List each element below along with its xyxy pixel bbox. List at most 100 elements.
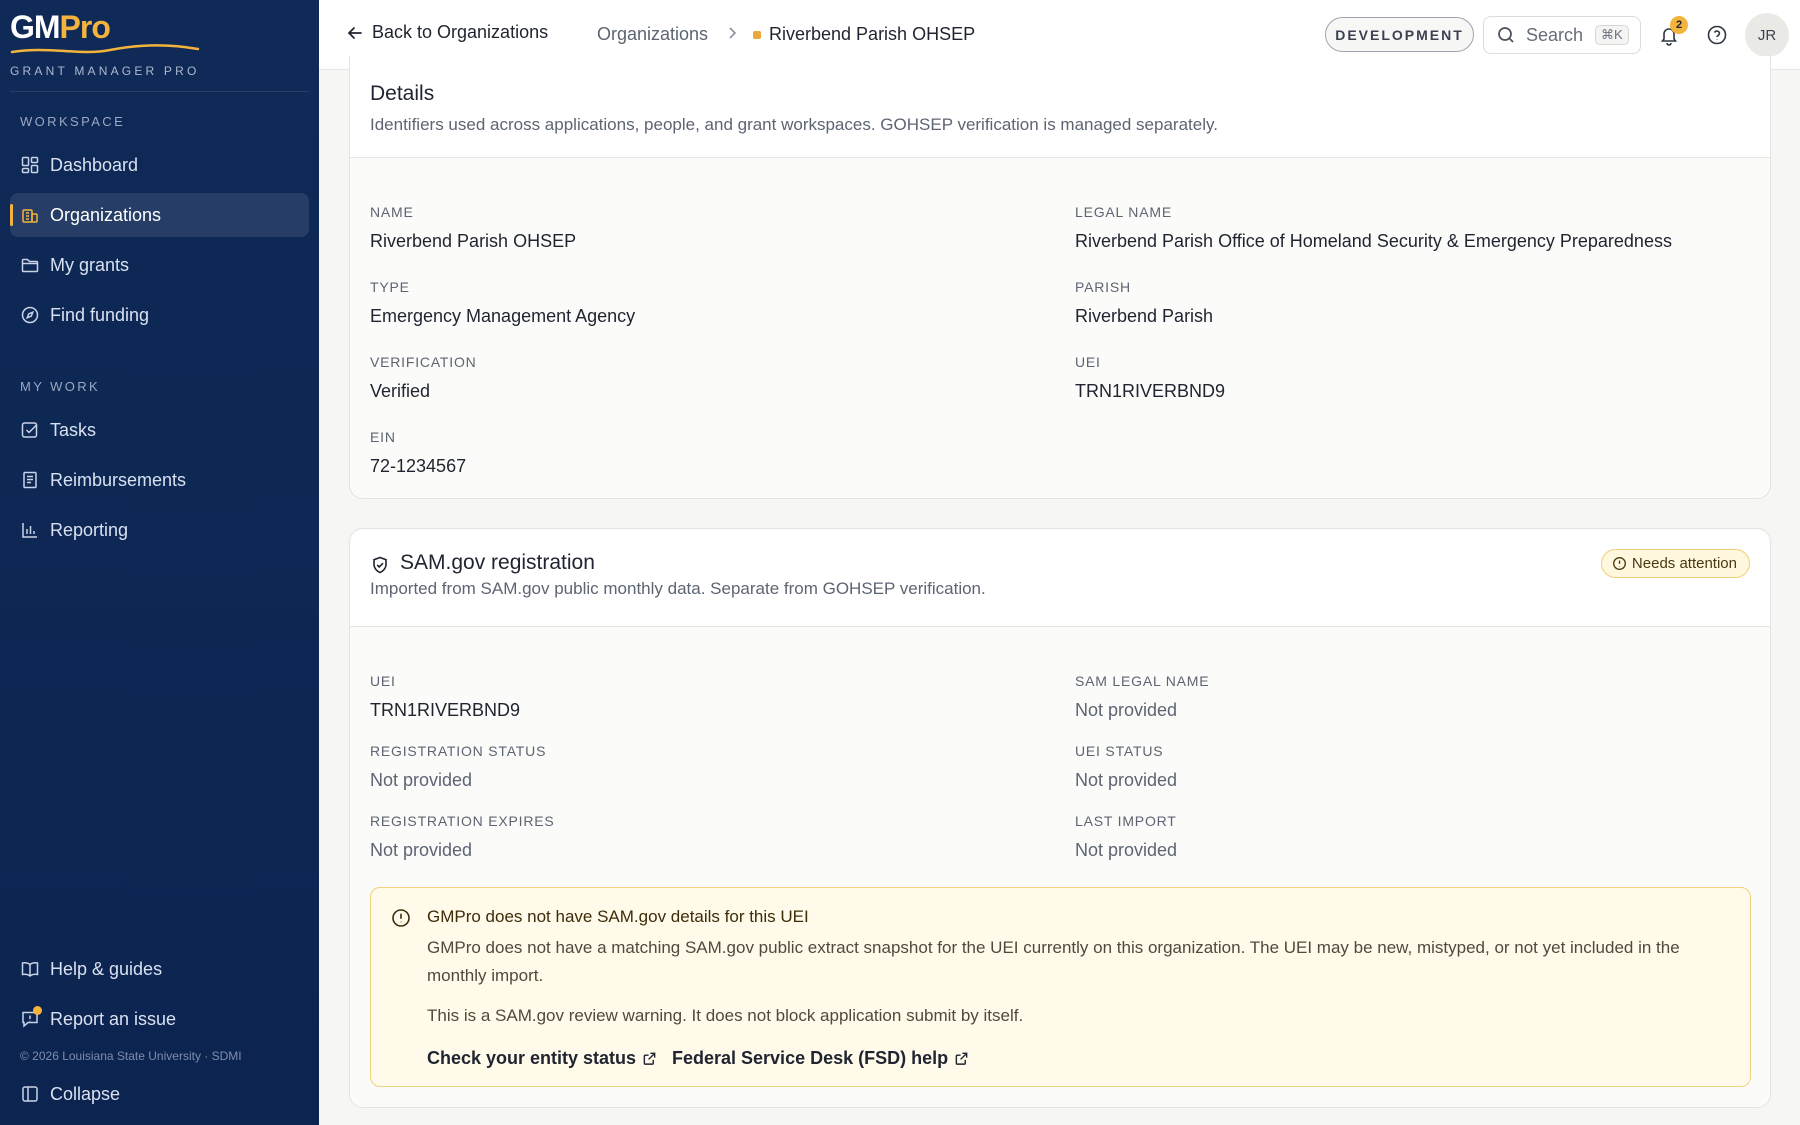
field-value-sam-uei: TRN1RIVERBND9 bbox=[370, 700, 521, 720]
sidebar-item-label: Report an issue bbox=[50, 1008, 177, 1029]
field-label-uei: UEI bbox=[1075, 354, 1101, 370]
warning-circle-icon bbox=[392, 909, 410, 927]
field-label-legal-name: LEGAL NAME bbox=[1075, 204, 1172, 220]
copyright: © 2026 Louisiana State University · SDMI bbox=[20, 1049, 242, 1063]
book-icon bbox=[20, 959, 40, 979]
details-card-body bbox=[350, 158, 1770, 498]
message-alert-icon bbox=[20, 1006, 42, 1029]
field-value-sam-legal-name: Not provided bbox=[1075, 700, 1178, 720]
alert-circle-icon bbox=[1612, 557, 1626, 570]
sidebar-item-my-grants[interactable]: My grants bbox=[10, 243, 309, 287]
external-link-icon bbox=[955, 1052, 968, 1065]
field-value-uei: TRN1RIVERBND9 bbox=[1075, 381, 1226, 401]
sidebar-collapse-button[interactable]: Collapse bbox=[10, 1072, 309, 1116]
search-icon bbox=[1498, 27, 1514, 43]
search-shortcut: ⌘K bbox=[1595, 25, 1629, 45]
receipt-icon bbox=[20, 470, 40, 490]
help-circle-icon bbox=[1707, 25, 1727, 45]
help-button[interactable] bbox=[1704, 22, 1730, 48]
sidebar-item-label: Organizations bbox=[50, 204, 162, 225]
sidebar-item-label: Collapse bbox=[50, 1083, 121, 1104]
sidebar-item-dashboard[interactable]: Dashboard bbox=[10, 143, 309, 187]
arrow-left-icon bbox=[347, 26, 362, 39]
field-value-ein: 72-1234567 bbox=[370, 456, 467, 476]
notification-count-badge: 2 bbox=[1670, 16, 1688, 34]
sidebar-item-label: Reporting bbox=[50, 519, 129, 540]
avatar[interactable]: JR bbox=[1745, 13, 1789, 57]
sidebar-item-label: Dashboard bbox=[50, 154, 139, 175]
field-label-verification: VERIFICATION bbox=[370, 354, 477, 370]
field-label-registration-status: REGISTRATION STATUS bbox=[370, 743, 547, 759]
details-title: Details bbox=[370, 82, 435, 105]
check-entity-status-link[interactable]: Check your entity status bbox=[427, 1048, 657, 1069]
warning-title: GMPro does not have SAM.gov details for … bbox=[427, 907, 809, 926]
back-to-organizations-link[interactable]: Back to Organizations bbox=[346, 22, 548, 43]
breadcrumb-current: Riverbend Parish OHSEP bbox=[769, 24, 976, 44]
field-value-uei-status: Not provided bbox=[1075, 770, 1178, 790]
breadcrumb-status-dot bbox=[753, 31, 761, 39]
field-label-ein: EIN bbox=[370, 429, 396, 445]
details-card-header: Details Identifiers used across applicat… bbox=[350, 56, 1770, 158]
checkbox-icon bbox=[20, 420, 40, 440]
sidebar-item-label: Find funding bbox=[50, 304, 150, 325]
field-label-parish: PARISH bbox=[1075, 279, 1131, 295]
status-badge: Needs attention bbox=[1600, 549, 1750, 578]
search-placeholder: Search bbox=[1526, 24, 1584, 45]
sidebar-item-help[interactable]: Help & guides bbox=[10, 947, 309, 991]
sidebar-item-label: My grants bbox=[50, 254, 130, 275]
details-card: Details Identifiers used across applicat… bbox=[349, 56, 1771, 499]
dashboard-icon bbox=[20, 155, 40, 175]
sidebar-item-reporting[interactable]: Reporting bbox=[10, 508, 309, 552]
sidebar-collapse-icon bbox=[20, 1084, 40, 1104]
sam-warning-callout: GMPro does not have SAM.gov details for … bbox=[370, 887, 1751, 1087]
sidebar-item-organizations[interactable]: Organizations bbox=[10, 193, 309, 237]
sidebar-item-find-funding[interactable]: Find funding bbox=[10, 293, 309, 337]
field-value-type: Emergency Management Agency bbox=[370, 306, 636, 326]
logo[interactable]: GMPro GRANT MANAGER PRO bbox=[10, 8, 210, 78]
sidebar-item-label: Tasks bbox=[50, 419, 97, 440]
field-label-registration-expires: REGISTRATION EXPIRES bbox=[370, 813, 555, 829]
external-link-icon bbox=[643, 1052, 656, 1065]
breadcrumb-organizations[interactable]: Organizations bbox=[597, 24, 708, 45]
bar-chart-icon bbox=[20, 520, 40, 540]
sidebar-divider bbox=[10, 91, 309, 92]
sidebar-item-tasks[interactable]: Tasks bbox=[10, 408, 309, 452]
details-subtitle: Identifiers used across applications, pe… bbox=[370, 115, 1218, 134]
logo-tagline: GRANT MANAGER PRO bbox=[10, 64, 200, 78]
sidebar-item-label: Help & guides bbox=[50, 958, 163, 979]
chevron-right-icon bbox=[729, 27, 737, 39]
sam-subtitle: Imported from SAM.gov public monthly dat… bbox=[370, 579, 986, 598]
sidebar-item-report-issue[interactable]: Report an issue bbox=[10, 997, 309, 1041]
shield-check-icon bbox=[373, 556, 387, 574]
folder-icon bbox=[20, 255, 40, 275]
warning-text: GMPro does not have a matching SAM.gov p… bbox=[427, 938, 1680, 985]
field-label-sam-uei: UEI bbox=[370, 673, 396, 689]
sidebar-item-reimbursements[interactable]: Reimbursements bbox=[10, 458, 309, 502]
field-label-last-import: LAST IMPORT bbox=[1075, 813, 1177, 829]
field-value-registration-status: Not provided bbox=[370, 770, 473, 790]
field-value-parish: Riverbend Parish bbox=[1075, 306, 1214, 326]
sam-registration-card: SAM.gov registration Imported from SAM.g… bbox=[349, 528, 1771, 1108]
sam-title: SAM.gov registration bbox=[400, 551, 595, 574]
field-value-registration-expires: Not provided bbox=[370, 840, 473, 860]
sidebar-item-label: Reimbursements bbox=[50, 469, 187, 490]
fsd-help-link[interactable]: Federal Service Desk (FSD) help bbox=[672, 1048, 969, 1069]
report-indicator-dot bbox=[33, 1006, 42, 1015]
notifications-button[interactable]: 2 bbox=[1656, 16, 1688, 48]
field-label-sam-legal-name: SAM LEGAL NAME bbox=[1075, 673, 1210, 689]
field-label-name: NAME bbox=[370, 204, 414, 220]
search-input[interactable]: Search ⌘K bbox=[1483, 16, 1641, 54]
sidebar: GMPro GRANT MANAGER PRO WORKSPACE Dashbo… bbox=[0, 0, 319, 1125]
field-value-verification: Verified bbox=[370, 381, 431, 401]
field-label-type: TYPE bbox=[370, 279, 410, 295]
section-label-workspace: WORKSPACE bbox=[20, 114, 126, 129]
sam-card-header: SAM.gov registration Imported from SAM.g… bbox=[350, 529, 1770, 627]
section-label-my-work: MY WORK bbox=[20, 379, 101, 394]
building-icon bbox=[20, 205, 40, 225]
logo-wordmark: GMPro bbox=[10, 9, 111, 45]
field-value-legal-name: Riverbend Parish Office of Homeland Secu… bbox=[1075, 231, 1672, 251]
field-value-name: Riverbend Parish OHSEP bbox=[370, 231, 577, 251]
field-value-last-import: Not provided bbox=[1075, 840, 1178, 860]
field-label-uei-status: UEI STATUS bbox=[1075, 743, 1164, 759]
compass-icon bbox=[20, 305, 40, 325]
